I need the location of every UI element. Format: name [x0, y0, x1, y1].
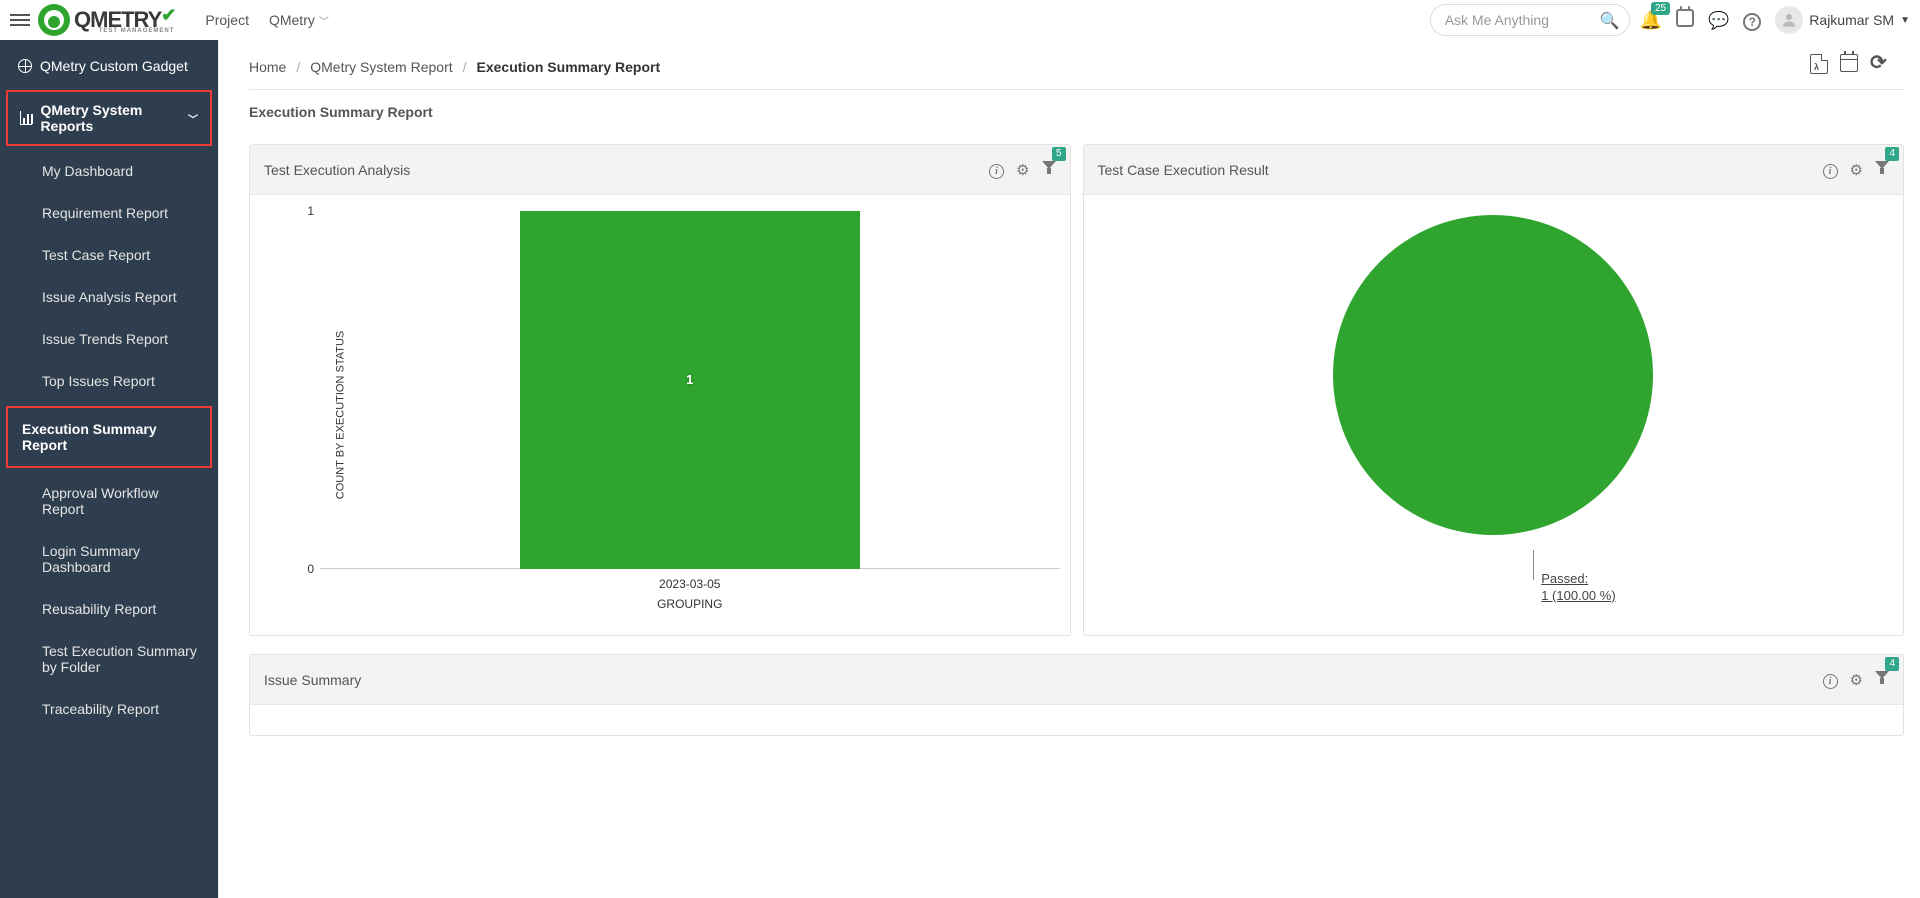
bar-area: 1 [320, 211, 1060, 569]
nav-project[interactable]: Project [205, 12, 249, 28]
sidebar-item-reusability[interactable]: Reusability Report [4, 588, 218, 630]
sidebar-item-issue-analysis-report[interactable]: Issue Analysis Report [4, 276, 218, 318]
card-header: Issue Summary i 4 [250, 655, 1903, 705]
breadcrumb-home[interactable]: Home [249, 59, 286, 75]
card-title: Test Execution Analysis [264, 162, 410, 178]
globe-icon [18, 59, 32, 73]
help-icon[interactable]: ? [1743, 10, 1761, 31]
pie-leader-line [1533, 550, 1534, 580]
page-title: Execution Summary Report [233, 90, 1920, 134]
filter-icon[interactable]: 4 [1875, 671, 1889, 689]
gear-icon[interactable] [1850, 161, 1863, 179]
sidebar-label: QMetry Custom Gadget [40, 58, 188, 74]
pie-label-passed[interactable]: Passed: 1 (100.00 %) [1541, 571, 1615, 605]
chevron-down-icon: ﹀ [319, 17, 329, 28]
card-execution-result: Test Case Execution Result i 4 [1083, 144, 1905, 636]
schedule-icon[interactable] [1840, 54, 1858, 79]
highlight-system-reports: QMetry System Reports ﹀ [6, 90, 212, 146]
bar-chart-icon [20, 111, 32, 125]
x-category: 2023-03-05 [320, 577, 1060, 591]
breadcrumb-current: Execution Summary Report [477, 59, 661, 75]
top-nav: Project QMetry ﹀ [205, 12, 328, 28]
gear-icon[interactable] [1016, 161, 1029, 179]
breadcrumb-row: Home / QMetry System Report / Execution … [233, 40, 1920, 89]
info-icon[interactable]: i [989, 161, 1004, 179]
logo[interactable]: QMETRY✔ TEST MANAGEMENT [38, 4, 175, 36]
user-name: Rajkumar SM [1809, 12, 1894, 28]
sidebar-label: QMetry System Reports [40, 102, 180, 134]
calendar-icon[interactable] [1676, 9, 1694, 32]
main-content: Home / QMetry System Report / Execution … [218, 40, 1920, 898]
export-pdf-icon[interactable] [1810, 54, 1828, 79]
page-actions [1810, 54, 1888, 79]
filter-badge: 4 [1885, 657, 1899, 671]
gear-icon[interactable] [1850, 671, 1863, 689]
menu-toggle-icon[interactable] [10, 11, 30, 29]
logo-check-icon: ✔ [161, 5, 175, 25]
sidebar-item-requirement-report[interactable]: Requirement Report [4, 192, 218, 234]
filter-badge: 5 [1052, 147, 1066, 161]
pie-label-line2: 1 (100.00 %) [1541, 588, 1615, 603]
chart-bar: COUNT BY EXECUTION STATUS 1 0 1 2023-03-… [250, 195, 1070, 635]
top-bar: QMETRY✔ TEST MANAGEMENT Project QMetry﹀ … [0, 0, 1920, 40]
bar-passed[interactable]: 1 [520, 211, 860, 569]
x-axis-label: GROUPING [320, 597, 1060, 611]
sidebar-item-custom-gadget[interactable]: QMetry Custom Gadget [4, 46, 218, 86]
filter-badge: 4 [1885, 147, 1899, 161]
sidebar-item-approval-workflow[interactable]: Approval Workflow Report [4, 472, 218, 530]
filter-icon[interactable]: 5 [1042, 161, 1056, 179]
filter-icon[interactable]: 4 [1875, 161, 1889, 179]
breadcrumb-sep: / [296, 59, 300, 75]
chart-pie: Passed: 1 (100.00 %) [1084, 195, 1904, 635]
card-title: Test Case Execution Result [1098, 162, 1269, 178]
top-icons: 🔔25 ? Rajkumar SM ▼ [1640, 6, 1910, 34]
highlight-execution-summary: Execution Summary Report [6, 406, 212, 468]
user-menu[interactable]: Rajkumar SM ▼ [1775, 6, 1910, 34]
breadcrumb: Home / QMetry System Report / Execution … [249, 59, 660, 75]
logo-subtext: TEST MANAGEMENT [99, 28, 175, 34]
sidebar-item-traceability[interactable]: Traceability Report [4, 688, 218, 730]
chat-icon[interactable] [1708, 10, 1729, 31]
breadcrumb-sep: / [463, 59, 467, 75]
info-icon[interactable]: i [1823, 161, 1838, 179]
card-header: Test Case Execution Result i 4 [1084, 145, 1904, 195]
sidebar-item-execution-summary[interactable]: Execution Summary Report [8, 408, 210, 466]
sidebar-item-top-issues-report[interactable]: Top Issues Report [4, 360, 218, 402]
card-title: Issue Summary [264, 672, 361, 688]
breadcrumb-system-report[interactable]: QMetry System Report [310, 59, 452, 75]
search-icon[interactable]: 🔍 [1600, 11, 1620, 31]
card-issue-summary: Issue Summary i 4 [249, 654, 1904, 736]
chevron-down-icon: ﹀ [188, 111, 198, 126]
sidebar-item-login-summary[interactable]: Login Summary Dashboard [4, 530, 218, 588]
search-wrap: 🔍 [1430, 4, 1630, 36]
sidebar-item-issue-trends-report[interactable]: Issue Trends Report [4, 318, 218, 360]
sidebar-item-test-case-report[interactable]: Test Case Report [4, 234, 218, 276]
info-icon[interactable]: i [1823, 671, 1838, 689]
y-tick: 1 [307, 204, 314, 218]
nav-qmetry-label: QMetry [269, 12, 315, 28]
sidebar-item-my-dashboard[interactable]: My Dashboard [4, 150, 218, 192]
pie-label-line1: Passed: [1541, 571, 1588, 586]
sidebar-item-test-exec-folder[interactable]: Test Execution Summary by Folder [4, 630, 218, 688]
y-tick: 0 [307, 562, 314, 576]
card-body-truncated [250, 705, 1903, 735]
caret-down-icon: ▼ [1900, 15, 1910, 26]
logo-mark-icon [38, 4, 70, 36]
notif-badge: 25 [1651, 2, 1670, 15]
card-execution-analysis: Test Execution Analysis i 5 COUNT BY EXE… [249, 144, 1071, 636]
pie-slice-passed[interactable] [1333, 215, 1653, 535]
y-axis-ticks: 1 0 [300, 211, 318, 569]
refresh-icon[interactable] [1870, 54, 1888, 79]
avatar-icon [1775, 6, 1803, 34]
notifications-icon[interactable]: 🔔25 [1640, 10, 1662, 31]
nav-qmetry[interactable]: QMetry ﹀ [269, 12, 329, 28]
card-header: Test Execution Analysis i 5 [250, 145, 1070, 195]
logo-text: QMETRY✔ TEST MANAGEMENT [74, 7, 175, 33]
sidebar: QMetry Custom Gadget QMetry System Repor… [0, 40, 218, 898]
sidebar-item-system-reports[interactable]: QMetry System Reports ﹀ [8, 92, 210, 144]
